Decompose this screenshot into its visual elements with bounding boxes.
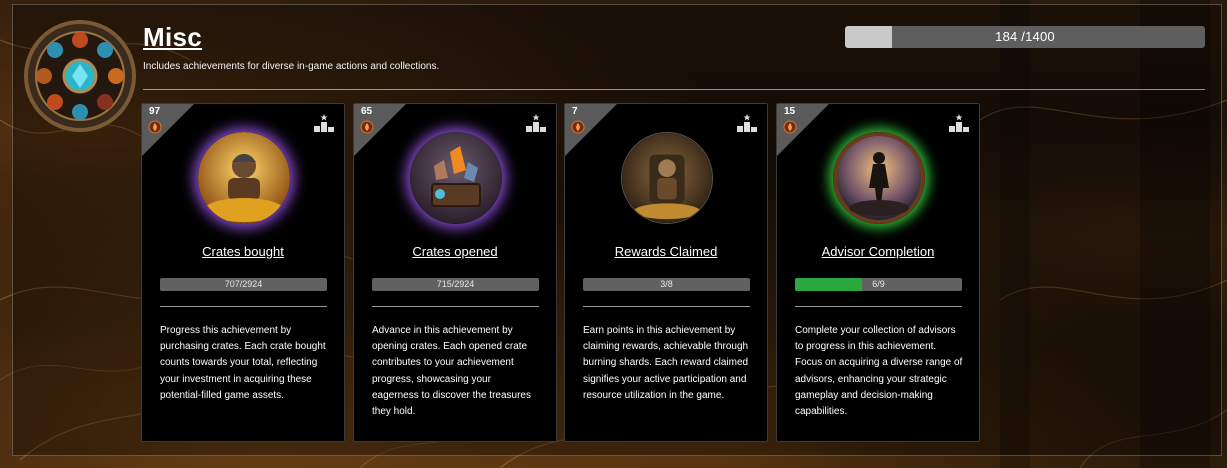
achievement-description: Earn points in this achievement by claim… [583,325,749,401]
section-divider [143,89,1205,90]
achievement-title[interactable]: Advisor Completion [777,244,979,259]
flame-shield-icon [571,120,585,134]
open-crate-crystals-icon [410,132,502,224]
achievement-progress-bar: 707/2924 [160,278,327,291]
achievement-description: Advance in this achievement by opening c… [372,325,531,418]
achievement-card-crates-bought[interactable]: 97 Crates bought 707/2924 Progress this … [141,103,345,442]
achievement-title[interactable]: Crates opened [354,244,556,259]
achievement-progress-text: 715/2924 [436,279,475,289]
gold-dwarf-treasure-icon [198,132,290,224]
achievement-card-crates-opened[interactable]: 65 Crates opened 715/2924 Advance in thi… [353,103,557,442]
total-points-progress: 184 /1400 [845,26,1205,48]
achievement-progress-bar: 715/2924 [372,278,539,291]
total-points-text: 184 /1400 [995,29,1055,44]
achievement-card-rewards-claimed[interactable]: 7 Rewards Claimed 3/8 Earn points in thi… [564,103,768,442]
achievement-progress-text: 707/2924 [224,279,263,289]
achievement-title[interactable]: Rewards Claimed [565,244,767,259]
achievement-points: 97 [149,106,161,117]
achievement-points: 7 [572,106,578,117]
flame-shield-icon [783,120,797,134]
leaderboard-podium-icon[interactable] [313,114,335,132]
achievement-card-advisor-completion[interactable]: 15 Advisor Completion 6/9 Complete your … [776,103,980,442]
achievement-progress-bar: 6/9 [795,278,962,291]
card-divider [795,306,962,307]
warrior-silhouette-icon [833,132,925,224]
leaderboard-podium-icon[interactable] [736,114,758,132]
achievement-points: 15 [784,106,796,117]
achievement-description: Complete your collection of advisors to … [795,325,963,418]
seated-king-treasure-icon [621,132,713,224]
card-divider [160,306,327,307]
achievement-progress-text: 3/8 [660,279,673,289]
gem-wheel-emblem-icon [24,20,136,132]
achievement-progress-bar: 3/8 [583,278,750,291]
flame-shield-icon [148,120,162,134]
flame-shield-icon [360,120,374,134]
achievement-progress-text: 6/9 [872,279,885,289]
card-divider [372,306,539,307]
section-title: Misc [143,22,203,52]
leaderboard-podium-icon[interactable] [525,114,547,132]
achievement-points: 65 [361,106,373,117]
section-subtitle: Includes achievements for diverse in-gam… [143,61,440,72]
achievement-title[interactable]: Crates bought [142,244,344,259]
leaderboard-podium-icon[interactable] [948,114,970,132]
card-divider [583,306,750,307]
achievement-description: Progress this achievement by purchasing … [160,325,326,401]
